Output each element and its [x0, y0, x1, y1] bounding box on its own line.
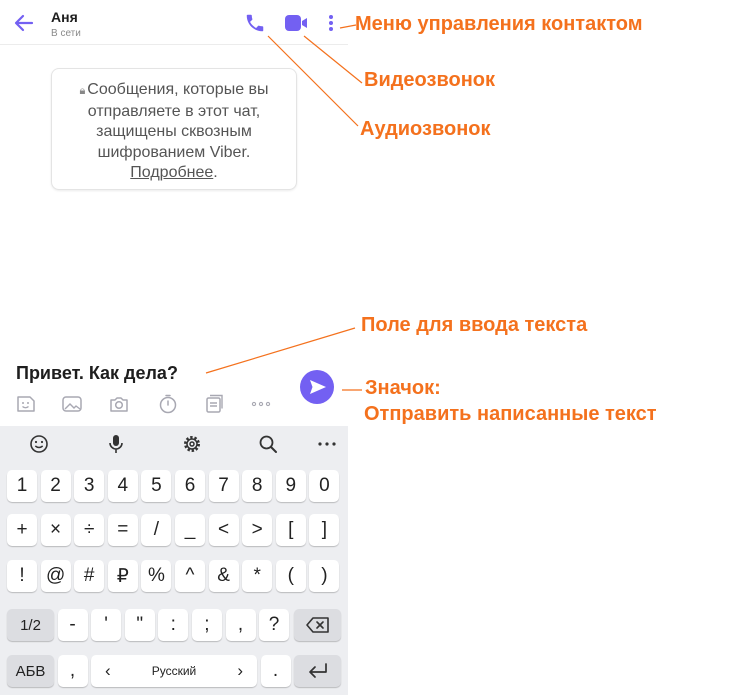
key[interactable]: - [57, 609, 88, 641]
message-input[interactable] [16, 360, 286, 386]
annotation-audio-call: Аудиозвонок [360, 118, 491, 140]
viber-chat-screen: Аня В сети 🔒︎ Сообщения, которые вы отпра… [0, 0, 348, 695]
sticker-icon[interactable] [15, 393, 37, 415]
camera-icon[interactable] [108, 393, 130, 415]
more-horizontal-icon[interactable] [315, 432, 339, 456]
key[interactable]: + [7, 514, 37, 546]
key[interactable]: * [242, 560, 273, 592]
chat-header: Аня В сети [0, 0, 348, 45]
annotation-contact-menu: Меню управления контактом [355, 13, 643, 35]
key[interactable]: 9 [275, 470, 306, 502]
send-button[interactable] [300, 370, 334, 404]
key[interactable]: [ [275, 514, 306, 546]
emoji-icon[interactable] [27, 432, 51, 456]
key[interactable]: ( [275, 560, 306, 592]
key[interactable]: ' [91, 609, 122, 641]
annotation-send-line1: Значок: [365, 377, 441, 399]
encryption-notice: 🔒︎ Сообщения, которые вы отправляете в эт… [51, 68, 297, 190]
annotation-send-line2: Отправить написанные текст [364, 403, 657, 425]
more-vertical-icon[interactable] [324, 12, 338, 34]
key[interactable]: ! [7, 560, 37, 592]
key[interactable]: 4 [107, 470, 138, 502]
search-icon[interactable] [256, 432, 280, 456]
key[interactable]: ÷ [74, 514, 105, 546]
key[interactable]: < [208, 514, 239, 546]
attachment-bar [0, 391, 300, 417]
key-shift[interactable]: 1/2 [7, 609, 54, 641]
key[interactable]: 2 [40, 470, 71, 502]
key-period[interactable]: . [260, 655, 291, 687]
settings-icon[interactable] [180, 432, 204, 456]
microphone-icon[interactable] [104, 432, 128, 456]
space-left: ‹ [105, 661, 111, 680]
phone-icon[interactable] [244, 12, 266, 34]
key-backspace[interactable] [294, 609, 341, 641]
keyboard-toolbar [0, 426, 348, 461]
enter-icon [308, 663, 327, 678]
encryption-notice-text: Сообщения, которые вы отправляете в этот… [87, 81, 269, 161]
key[interactable]: ) [309, 560, 340, 592]
notes-icon[interactable] [204, 393, 226, 415]
key[interactable]: _ [175, 514, 205, 546]
key[interactable]: ₽ [107, 560, 138, 592]
key[interactable]: & [208, 560, 239, 592]
contact-status: В сети [51, 28, 81, 39]
more-horizontal-icon[interactable] [250, 393, 272, 415]
timer-icon[interactable] [157, 393, 179, 415]
key[interactable]: : [158, 609, 189, 641]
key[interactable]: ; [191, 609, 222, 641]
key[interactable]: , [225, 609, 256, 641]
key[interactable]: ? [259, 609, 290, 641]
key-layout-switch[interactable]: АБВ [7, 655, 54, 687]
key[interactable]: 8 [242, 470, 273, 502]
notice-period: . [213, 164, 218, 181]
video-camera-icon[interactable] [284, 13, 308, 33]
key[interactable]: @ [40, 560, 71, 592]
key[interactable]: 1 [7, 470, 37, 502]
back-arrow-icon[interactable] [12, 11, 36, 35]
key[interactable]: × [40, 514, 71, 546]
contact-name[interactable]: Аня [51, 9, 78, 25]
annotation-video-call: Видеозвонок [364, 69, 496, 91]
key[interactable]: ] [309, 514, 340, 546]
key[interactable]: ^ [175, 560, 205, 592]
key[interactable]: 5 [141, 470, 172, 502]
learn-more-link[interactable]: Подробнее [130, 164, 213, 181]
key[interactable]: % [141, 560, 172, 592]
key[interactable]: " [124, 609, 155, 641]
key[interactable]: = [107, 514, 138, 546]
keyboard: 1 2 3 4 5 6 7 8 9 0 + × ÷ = / _ < >[]! @ # ₽% ^ & *() 1/2- ' ":;,?… [0, 426, 348, 695]
key[interactable]: # [74, 560, 105, 592]
key-enter[interactable] [294, 655, 341, 687]
key-comma[interactable]: , [57, 655, 88, 687]
space-label: Русский [151, 664, 197, 678]
send-icon [310, 380, 326, 394]
key[interactable]: 3 [74, 470, 105, 502]
key[interactable]: > [242, 514, 273, 546]
key[interactable]: 0 [309, 470, 340, 502]
backspace-icon [305, 617, 329, 633]
key[interactable]: 6 [175, 470, 205, 502]
key[interactable]: / [141, 514, 172, 546]
lock-icon: 🔒︎ [79, 85, 86, 97]
key-space[interactable]: ‹ Русский › [91, 655, 257, 687]
gallery-icon[interactable] [61, 393, 83, 415]
annotation-text-field: Поле для ввода текста [361, 314, 588, 336]
space-right: › [237, 661, 243, 680]
key[interactable]: 7 [208, 470, 239, 502]
